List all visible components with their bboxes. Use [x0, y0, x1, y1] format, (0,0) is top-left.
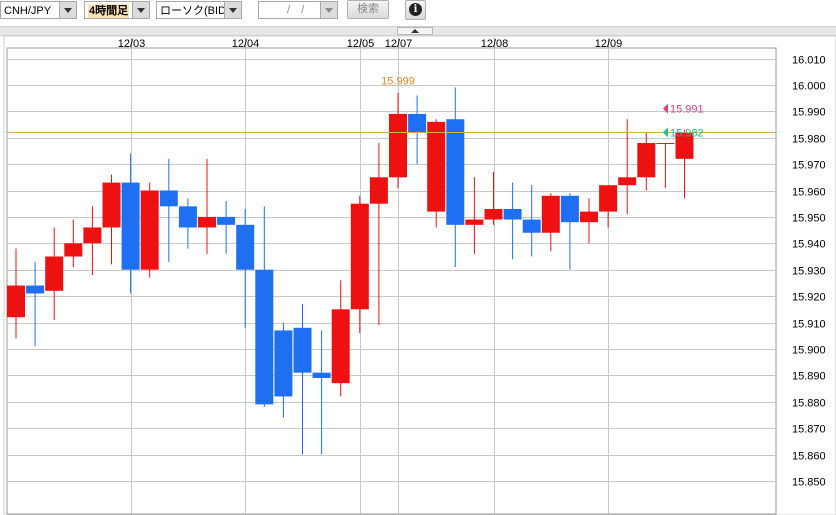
date-label: 12/08	[481, 38, 509, 50]
bid-price-label: 15.982	[670, 127, 704, 139]
candle-body	[236, 224, 255, 270]
candle-body	[312, 372, 331, 378]
date-label: 12/05	[347, 38, 375, 50]
y-tick-label: 15.960	[792, 187, 826, 199]
candle-body	[274, 330, 293, 397]
y-tick-label: 15.870	[792, 424, 826, 436]
candlestick-chart: 12/03 12/04 12/05 12/07 12/08 12/09 16.010 16.…	[3, 36, 836, 515]
chevron-down-icon[interactable]	[224, 2, 241, 18]
y-tick-label: 15.970	[792, 160, 826, 172]
candle-body	[446, 119, 465, 225]
candle-body	[293, 327, 312, 373]
date-label: 12/09	[595, 38, 623, 50]
candle-body	[465, 219, 484, 225]
date-label: 12/04	[232, 38, 260, 50]
y-tick-label: 15.900	[792, 345, 826, 357]
chart-type-value: ローソク(BID)	[160, 5, 230, 17]
candle-body	[178, 206, 197, 228]
candle-body	[198, 216, 216, 228]
candle-body	[618, 177, 637, 186]
y-tick-label: 15.990	[792, 107, 826, 119]
symbol-select[interactable]: CNH/JPY	[0, 1, 77, 19]
candle-body	[408, 113, 427, 133]
candle-body	[7, 285, 25, 318]
candle-body	[26, 285, 45, 294]
candle-body	[560, 195, 579, 223]
candle-body	[637, 142, 656, 178]
date-label: 12/07	[385, 38, 413, 50]
candle-body	[217, 216, 236, 225]
y-tick-label: 16.000	[792, 81, 826, 93]
y-tick-label: 15.890	[792, 371, 826, 383]
candle-body	[369, 177, 388, 204]
y-tick-label: 15.850	[792, 477, 826, 489]
candle-body	[484, 208, 503, 220]
candle-body	[83, 227, 102, 244]
y-tick-label: 15.880	[792, 398, 826, 410]
collapse-button[interactable]	[397, 27, 433, 35]
candle-body	[121, 182, 140, 270]
y-tick-label: 15.920	[792, 292, 826, 304]
candle-body	[255, 269, 274, 405]
candle-body	[389, 113, 407, 178]
chevron-down-icon[interactable]	[59, 2, 76, 18]
y-tick-label: 15.860	[792, 451, 826, 463]
date-field[interactable]: / /	[258, 1, 338, 19]
candle-body	[522, 219, 541, 233]
candle-body	[45, 256, 64, 291]
candle-body	[427, 121, 446, 212]
candle-body	[159, 190, 178, 207]
candle-body	[656, 142, 675, 144]
candle-body	[541, 195, 560, 233]
info-icon: i	[409, 3, 422, 16]
info-button[interactable]: i	[405, 0, 426, 20]
date-label: 12/03	[118, 38, 146, 50]
period-value: 4時間足	[88, 4, 130, 18]
y-tick-label: 16.010	[792, 55, 826, 67]
candle-body	[64, 243, 83, 257]
search-button[interactable]: 検索	[347, 0, 389, 19]
y-tick-label: 15.930	[792, 266, 826, 278]
y-tick-label: 15.910	[792, 319, 826, 331]
candle-body	[580, 211, 598, 223]
chevron-down-icon[interactable]	[132, 2, 149, 18]
candle-body	[331, 309, 350, 384]
chevron-down-icon[interactable]	[320, 2, 337, 18]
collapse-bar	[0, 26, 836, 36]
period-select[interactable]: 4時間足	[84, 1, 150, 19]
toolbar: CNH/JPY 4時間足 ローソク(BID) / / 検索 i	[0, 0, 836, 24]
candle-body	[599, 185, 618, 212]
high-price-label: 15.999	[381, 76, 415, 88]
candle-body	[102, 182, 121, 228]
chart-type-select[interactable]: ローソク(BID)	[156, 1, 242, 19]
candle-body	[503, 208, 522, 220]
y-tick-label: 15.940	[792, 239, 826, 251]
symbol-value: CNH/JPY	[4, 5, 52, 17]
date-value: / /	[287, 4, 309, 16]
candle-body	[140, 190, 159, 270]
y-tick-label: 15.950	[792, 213, 826, 225]
candle-body	[350, 203, 369, 310]
y-tick-label: 15.980	[792, 134, 826, 146]
ask-price-label: 15.991	[670, 104, 704, 116]
